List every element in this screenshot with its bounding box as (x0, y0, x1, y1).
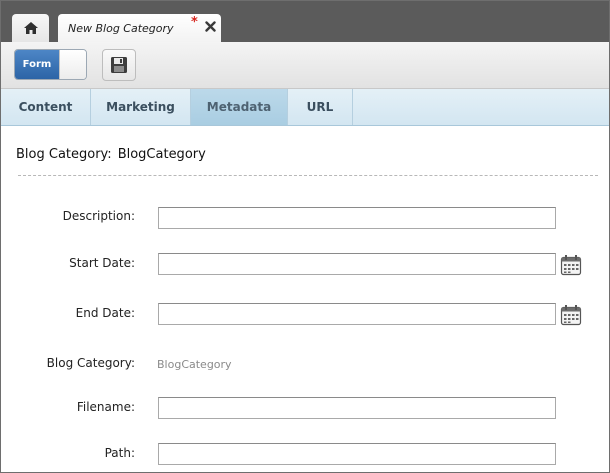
path-field[interactable] (158, 443, 556, 465)
home-tab[interactable] (12, 14, 49, 42)
calendar-icon[interactable] (560, 254, 582, 276)
end-date-label: End Date: (75, 306, 135, 320)
close-icon (204, 20, 216, 32)
blog-category-label: Blog Category: (46, 356, 135, 370)
document-tab-title: New Blog Category (68, 22, 174, 35)
tab-metadata[interactable]: Metadata (191, 89, 288, 125)
tab-marketing-label: Marketing (106, 100, 175, 114)
page-title-value: BlogCategory (117, 147, 206, 162)
tab-url[interactable]: URL (288, 89, 353, 125)
toolbar: Form (1, 42, 609, 89)
floppy-disk-icon (111, 57, 127, 73)
path-label: Path: (104, 446, 135, 460)
tab-metadata-label: Metadata (206, 100, 272, 114)
unsaved-indicator: * (191, 15, 198, 30)
start-date-field[interactable] (158, 253, 556, 275)
tab-marketing[interactable]: Marketing (91, 89, 191, 125)
description-field[interactable] (158, 207, 556, 229)
description-label: Description: (62, 209, 135, 223)
close-tab-button[interactable] (203, 19, 217, 33)
document-tab[interactable]: New Blog Category * (58, 14, 221, 42)
start-date-label: Start Date: (69, 256, 135, 270)
tab-content-label: Content (18, 100, 73, 114)
blog-category-value: BlogCategory (157, 358, 232, 371)
tab-content[interactable]: Content (1, 89, 91, 125)
tab-url-label: URL (306, 100, 334, 114)
save-button[interactable] (102, 49, 136, 81)
form-view-toggle[interactable]: Form (14, 49, 87, 80)
filename-field[interactable] (158, 397, 556, 419)
section-tab-strip: Content Marketing Metadata URL (1, 89, 609, 126)
end-date-field[interactable] (158, 303, 556, 325)
filename-label: Filename: (76, 400, 135, 414)
section-divider (18, 175, 598, 176)
form-toggle-label: Form (15, 50, 59, 79)
page-title-label: Blog Category: (16, 147, 112, 162)
document-tab-bar: New Blog Category * (1, 1, 609, 42)
toggle-knob (59, 50, 86, 79)
calendar-icon[interactable] (560, 304, 582, 326)
page-title: Blog Category: BlogCategory (16, 147, 206, 162)
editor-window: New Blog Category * Form Content Marketi… (0, 0, 610, 473)
home-icon (23, 22, 38, 34)
